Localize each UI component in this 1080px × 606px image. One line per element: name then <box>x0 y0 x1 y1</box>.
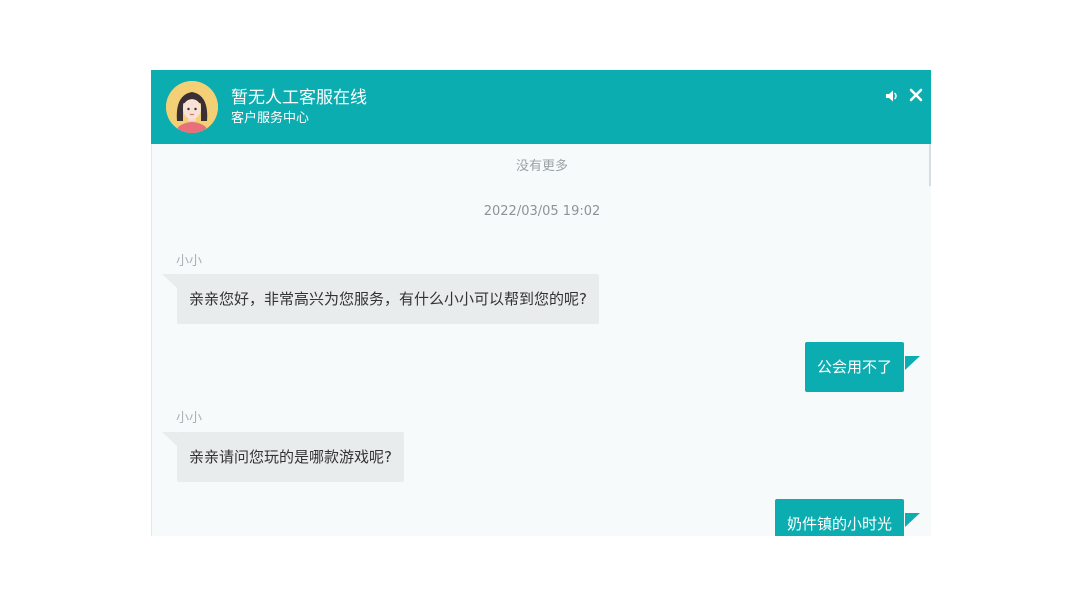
incoming-message-bubble: 亲亲请问您玩的是哪款游戏呢? <box>177 432 404 482</box>
close-icon[interactable] <box>908 87 924 103</box>
outgoing-message-bubble: 公会用不了 <box>804 342 904 392</box>
header-title: 暂无人工客服在线 <box>231 88 367 108</box>
bubble-tail <box>162 432 177 446</box>
header-subtitle: 客户服务中心 <box>231 111 310 126</box>
chat-window: 暂无人工客服在线 客户服务中心 没有更多 2022/03/05 19:02 小小… <box>151 70 931 536</box>
message-timestamp: 2022/03/05 19:02 <box>483 204 601 219</box>
bubble-tail <box>905 513 920 527</box>
speaker-icon[interactable] <box>884 88 900 104</box>
sender-name: 小小 <box>176 411 203 426</box>
bubble-tail <box>905 356 920 370</box>
chat-header: 暂无人工客服在线 客户服务中心 <box>151 70 931 144</box>
incoming-message-bubble: 亲亲您好，非常高兴为您服务，有什么小小可以帮到您的呢? <box>177 274 599 324</box>
bubble-tail <box>162 274 177 288</box>
load-more-label[interactable]: 没有更多 <box>152 158 931 176</box>
girl-avatar-icon <box>166 81 218 133</box>
sender-name: 小小 <box>176 254 203 269</box>
outgoing-message-bubble: 奶件镇的小时光 <box>774 499 904 536</box>
chat-message-area[interactable]: 没有更多 2022/03/05 19:02 小小 亲亲您好，非常高兴为您服务，有… <box>151 144 931 536</box>
